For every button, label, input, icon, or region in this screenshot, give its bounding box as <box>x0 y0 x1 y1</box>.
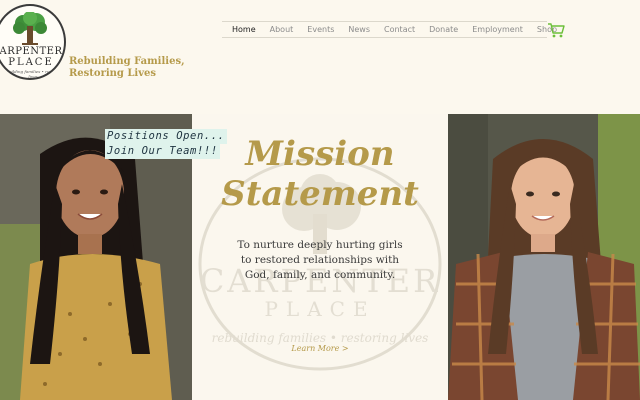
learn-more-link[interactable]: Learn More > <box>192 344 448 353</box>
site-tagline: Rebuilding Families, Restoring Lives <box>69 56 185 79</box>
watermark-place: PLACE <box>264 297 375 321</box>
main-nav: Home About Events News Contact Donate Em… <box>222 21 557 38</box>
portrait-illustration-right <box>448 114 640 400</box>
nav-donate[interactable]: Donate <box>429 25 458 34</box>
positions-open-text[interactable]: Positions Open... <box>105 129 227 144</box>
join-team-text[interactable]: Join Our Team!!! <box>105 144 220 159</box>
logo-motto: rebuilding families • restoring lives <box>2 69 64 79</box>
watermark-motto: rebuilding families • restoring lives <box>212 331 429 345</box>
carpenter-place-logo[interactable]: ARPENTER PLACE rebuilding families • res… <box>0 4 66 80</box>
logo-name: ARPENTER PLACE <box>0 46 63 68</box>
mission-statement-text: To nurture deeply hurting girls to resto… <box>237 239 403 281</box>
nav-news[interactable]: News <box>348 25 370 34</box>
site-header: ARPENTER PLACE rebuilding families • res… <box>0 0 640 114</box>
tree-icon <box>13 12 47 45</box>
shopping-cart-icon[interactable] <box>547 21 565 39</box>
mission-statement-title: Mission Statement <box>221 134 419 214</box>
staff-photo-right <box>448 114 640 400</box>
hero-section: Positions Open... Join Our Team!!! CARPE… <box>0 114 640 400</box>
nav-events[interactable]: Events <box>307 25 334 34</box>
mission-panel: CARPENTER PLACE rebuilding families • re… <box>192 114 448 400</box>
nav-about[interactable]: About <box>270 25 294 34</box>
positions-open-banner[interactable]: Positions Open... Join Our Team!!! <box>105 129 227 159</box>
nav-employment[interactable]: Employment <box>472 25 523 34</box>
nav-home[interactable]: Home <box>232 25 256 34</box>
nav-contact[interactable]: Contact <box>384 25 415 34</box>
